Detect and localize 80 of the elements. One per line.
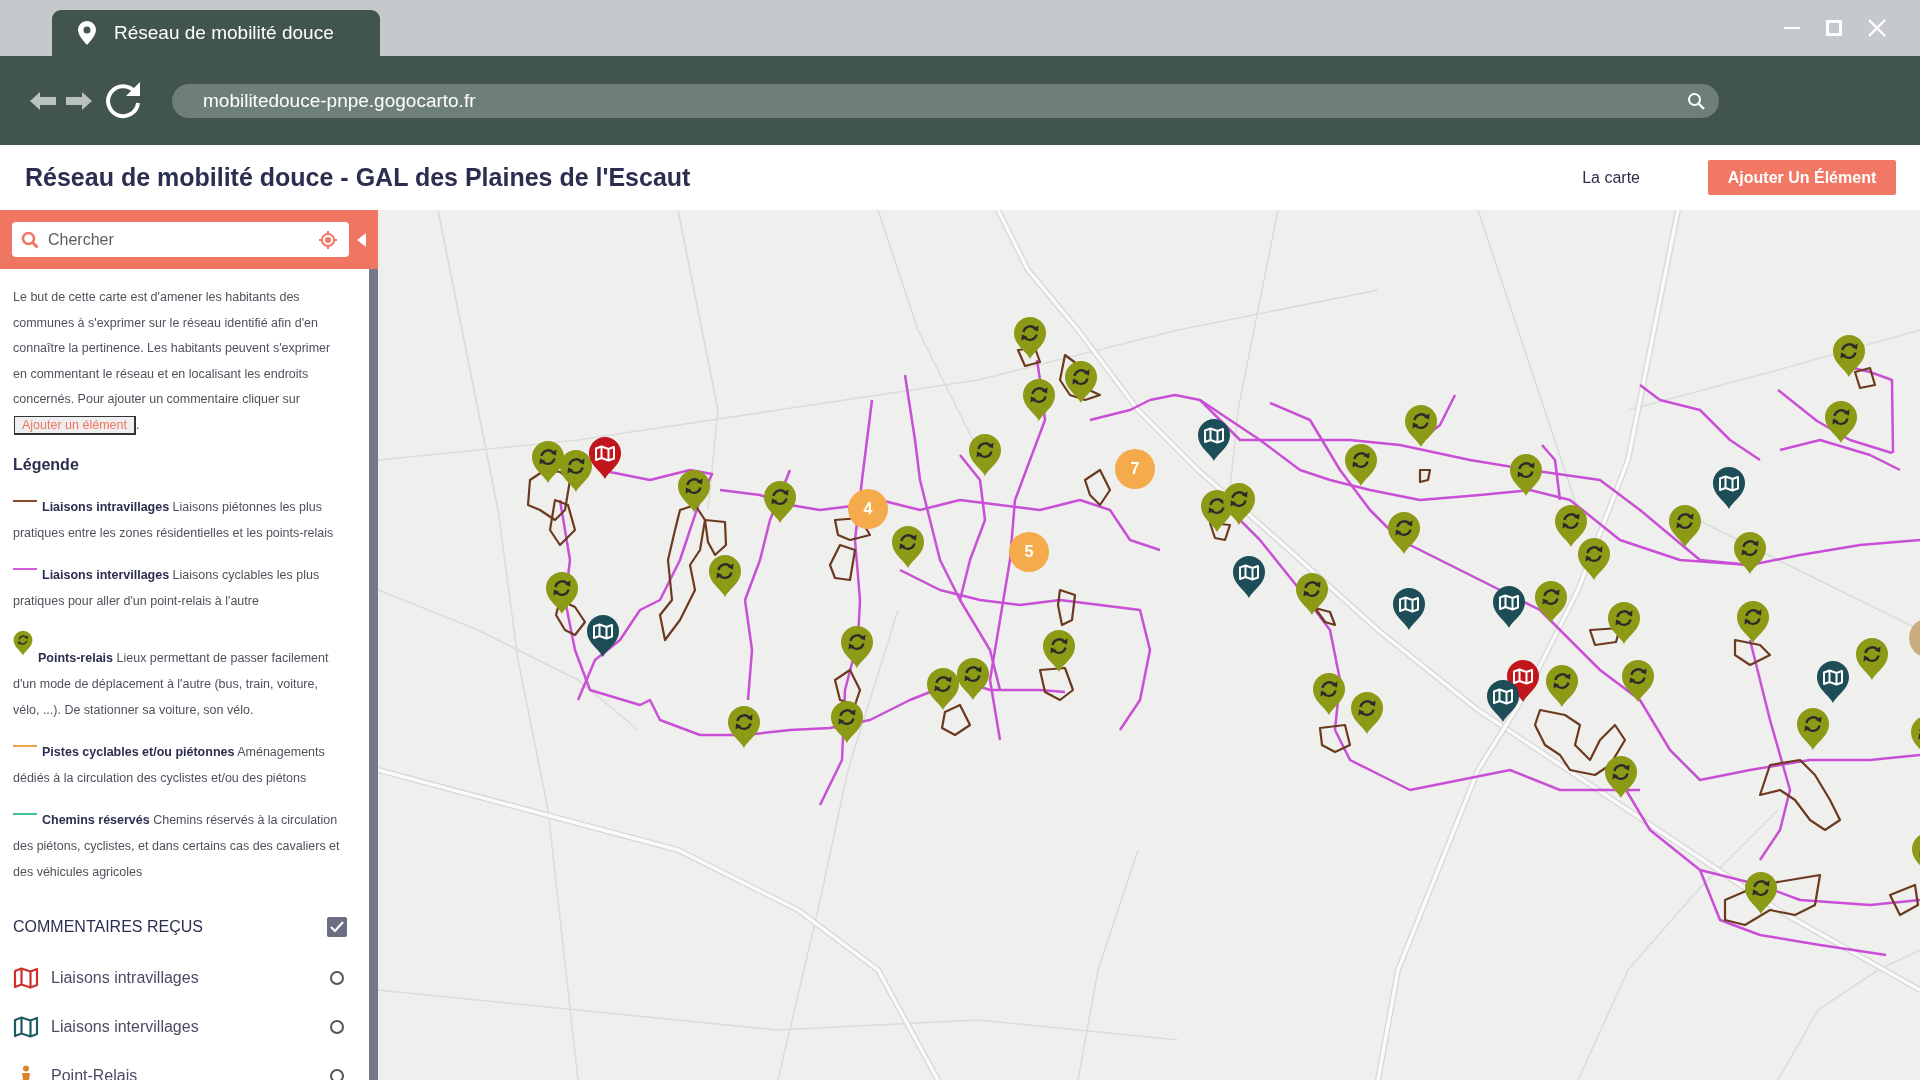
sync-pin-icon[interactable] [708, 554, 742, 598]
locate-icon[interactable] [319, 230, 337, 249]
sync-pin-icon[interactable] [1013, 316, 1047, 360]
map-pin-icon[interactable] [1816, 660, 1850, 704]
browser-tab[interactable]: Réseau de mobilité douce [52, 10, 380, 56]
filter-section-title: COMMENTAIRES REÇUS [13, 918, 203, 936]
filter-label[interactable]: Liaisons intravillages [51, 968, 199, 987]
sync-pin-icon[interactable] [1545, 664, 1579, 708]
radio-toggle[interactable] [330, 970, 344, 985]
sync-pin-icon[interactable] [1509, 453, 1543, 497]
cluster-marker-icon[interactable] [1909, 618, 1920, 658]
collapse-icon[interactable] [357, 232, 366, 247]
forward-arrow-icon[interactable] [66, 90, 92, 111]
filter-label[interactable]: Liaisons intervillages [51, 1017, 199, 1036]
sync-pin-icon[interactable] [1554, 504, 1588, 548]
sync-pin-icon[interactable] [1796, 707, 1830, 751]
map-pin-icon[interactable] [1392, 587, 1426, 631]
sync-pin-icon[interactable] [545, 571, 579, 615]
location-pin-icon [78, 21, 96, 45]
sync-pin-icon[interactable] [1621, 659, 1655, 703]
sync-pin-icon[interactable] [1855, 637, 1889, 681]
sync-pin-icon[interactable] [968, 433, 1002, 477]
sync-pin-icon[interactable] [1404, 404, 1438, 448]
radio-toggle[interactable] [330, 1019, 344, 1034]
legend-text: Chemins réservés Chemins réservés à la circulation des piétons, cyclistes, et dans certains cas des cavaliers et des véhicules agricoles [13, 813, 340, 879]
sync-pin-icon[interactable] [1222, 482, 1256, 526]
map-pin-icon[interactable] [1232, 555, 1266, 599]
sync-pin-icon[interactable] [1832, 334, 1866, 378]
address-bar[interactable]: mobilitedouce-pnpe.gogocarto.fr [172, 83, 1719, 118]
sync-pin-icon[interactable] [1736, 600, 1770, 644]
sync-pin-icon[interactable] [1604, 755, 1638, 799]
legend-text: Pistes cyclables et/ou piétonnes Aménagements dédiés à la circulation des cyclistes et/ou des piétons [13, 745, 325, 785]
filter-label[interactable]: Point-Relais [51, 1066, 138, 1080]
legend-title: Légende [13, 455, 80, 475]
sync-pin-icon[interactable] [1344, 443, 1378, 487]
map-pin-icon[interactable] [586, 614, 620, 658]
sync-pin-icon[interactable] [830, 700, 864, 744]
sync-pin-icon[interactable] [1744, 871, 1778, 915]
checkbox[interactable] [327, 917, 347, 937]
scrollbar[interactable] [369, 269, 378, 1080]
sync-pin-icon[interactable] [1022, 378, 1056, 422]
sync-pin-icon[interactable] [727, 705, 761, 749]
sync-pin-icon[interactable] [926, 667, 960, 711]
map-pin-icon[interactable] [1712, 466, 1746, 510]
search-icon [21, 230, 39, 249]
sync-pin-icon[interactable] [763, 480, 797, 524]
sync-pin-icon[interactable] [956, 657, 990, 701]
sync-pin-icon[interactable] [677, 469, 711, 513]
sync-pin-icon[interactable] [1668, 504, 1702, 548]
radio-toggle[interactable] [330, 1068, 344, 1080]
sync-pin-icon[interactable] [1577, 537, 1611, 581]
sync-pin-icon[interactable] [1824, 400, 1858, 444]
page-title: Réseau de mobilité douce - GAL des Plaines de l'Escaut [25, 163, 691, 192]
legend-text: Liaisons intravillages Liaisons piétonnes les plus pratiques entre les zones résidentielles et les points-relais [13, 500, 334, 540]
sync-pin-icon[interactable] [531, 440, 565, 484]
sync-pin-icon[interactable] [840, 625, 874, 669]
map-pin-icon[interactable] [1492, 585, 1526, 629]
search-icon[interactable] [1687, 91, 1705, 110]
sync-pin-icon[interactable] [891, 525, 925, 569]
sync-pin-icon[interactable] [1064, 360, 1098, 404]
sync-pin-icon[interactable] [559, 449, 593, 493]
add-element-link-button[interactable]: Ajouter un élément [14, 415, 136, 435]
sync-pin-icon[interactable] [1295, 572, 1329, 616]
add-element-button[interactable]: Ajouter Un Élément [1708, 160, 1896, 195]
back-arrow-icon[interactable] [30, 90, 56, 111]
sync-pin-icon[interactable] [1042, 629, 1076, 673]
sync-pin-icon[interactable] [1733, 531, 1767, 575]
sync-pin-icon[interactable] [1387, 511, 1421, 555]
map-nav-link[interactable]: La carte [1582, 168, 1640, 187]
map-pin-icon[interactable] [1486, 679, 1520, 723]
sync-pin-icon[interactable] [1312, 672, 1346, 716]
intro-text: Le but de cette carte est d'amener les habitants des communes à s'exprimer sur le réseau identifié afin d'en connaître la pertinence. Les habitants peuvent s'exprimer en commentant le réseau et en localisant les endroits concernés. Pour ajouter un commentaire cliquer sur Ajouter un élément . [13, 285, 347, 438]
legend-text: Points-relais Lieux permettant de passer facilement d'un mode de déplacement à l'autre (bus, train, voiture, vélo, ...). De stationner sa voiture, son vélo. [13, 651, 329, 717]
map-pin-icon[interactable] [1197, 418, 1231, 462]
sync-pin-icon[interactable] [1607, 601, 1641, 645]
sync-pin-icon[interactable] [1534, 580, 1568, 624]
map-pin-icon[interactable] [588, 436, 622, 480]
search-field[interactable]: Chercher [12, 222, 349, 257]
legend-text: Liaisons intervillages Liaisons cyclables les plus pratiques pour aller d'un point-relais à l'autre [13, 568, 320, 608]
sync-pin-icon[interactable] [1350, 691, 1384, 735]
